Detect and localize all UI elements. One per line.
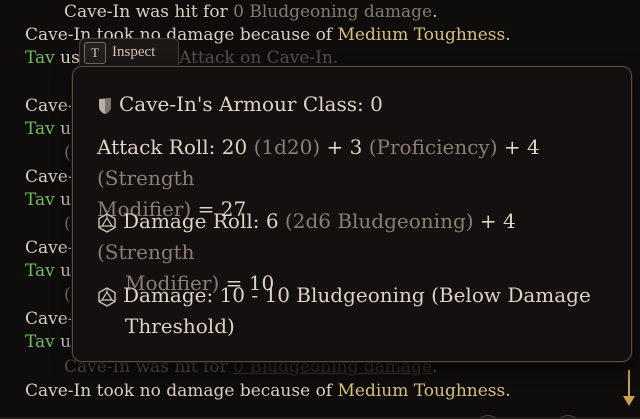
log-text: Cave-In was hit for: [64, 2, 234, 22]
log-bottom-edge: [0, 415, 640, 419]
damage-result-row: Damage: 10 - 10 Bludgeoning (Below Damag…: [97, 280, 617, 342]
log-line-fragment: (: [64, 214, 71, 234]
log-line-fragment: (: [64, 285, 71, 305]
log-text: nd Attack on Cave-In.: [151, 48, 339, 68]
log-line-fragment: Tav u: [25, 261, 72, 281]
inspect-hotkey-badge: T: [84, 41, 106, 64]
log-text: .: [505, 381, 511, 401]
log-line-fragment: Tav u: [25, 332, 72, 352]
log-text: Cave-In took no damage because of: [25, 381, 338, 401]
armour-class-row: Cave-In's Armour Class: 0: [97, 89, 617, 120]
inspect-tab-label: Inspect: [112, 44, 156, 60]
log-line: Cave-In was hit for 0 Bludgeoning damage…: [64, 2, 438, 22]
log-line-fragment: (: [64, 143, 71, 163]
log-line: Cave-In took no damage because of Medium…: [25, 381, 511, 401]
log-text: Cave-In took no damage because of: [25, 25, 338, 45]
log-text: .: [432, 2, 438, 22]
log-passive-name: Medium Toughness: [337, 381, 506, 401]
log-passive-name: Medium Toughness: [337, 25, 506, 45]
log-line-fragment: Cave-: [25, 309, 74, 329]
log-line-fragment: Tav u: [25, 119, 72, 139]
log-line-fragment: Cave-: [25, 167, 74, 187]
scroll-down-arrow-icon[interactable]: [622, 370, 636, 408]
armour-class-text: Cave-In's Armour Class: 0: [119, 92, 383, 116]
d20-dice-icon: [98, 286, 116, 307]
d20-dice-icon: [98, 212, 116, 233]
log-text: us: [54, 48, 80, 68]
log-character-name: Tav: [25, 48, 55, 68]
log-line-fragment: Tav u: [25, 190, 72, 210]
inspect-tab[interactable]: T Inspect: [79, 38, 179, 66]
log-text: .: [505, 25, 511, 45]
shield-icon: [99, 97, 111, 114]
attack-roll-tooltip: Cave-In's Armour Class: 0 Attack Roll: 2…: [72, 66, 632, 362]
log-line-fragment: Cave-: [25, 238, 74, 258]
log-line-fragment: Cave-: [25, 96, 74, 116]
log-damage-value: 0 Bludgeoning damage: [233, 2, 433, 22]
log-line: Tav us nd Attack on Cave-In.: [25, 48, 338, 68]
